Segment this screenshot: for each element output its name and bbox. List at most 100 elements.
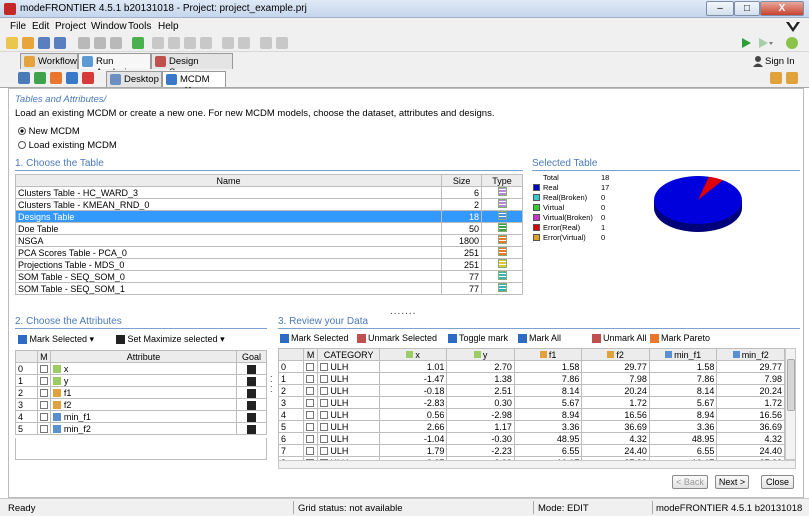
table-row[interactable]: SOM Table - SEQ_SOM_0 77 [14,270,523,283]
page-setup-icon[interactable] [110,37,122,49]
sign-in-link[interactable]: Sign In [765,56,795,67]
table-row[interactable]: 0 ULH 1.01 2.70 1.58 29.77 1.58 29.77 [278,360,785,373]
category-checkbox[interactable] [320,399,329,408]
tab-run-analysis[interactable]: Run Analysis [78,53,151,78]
row-checkbox[interactable] [305,399,314,408]
menu-project[interactable]: Project [55,21,86,32]
column-header-goal[interactable]: Goal [236,350,267,363]
goal-icon[interactable] [247,400,257,410]
attribute-row[interactable]: 0x [15,362,267,375]
toggle-mark-button[interactable]: Toggle mark [448,333,508,344]
table-row[interactable]: PCA Scores Table - PCA_0 251 [14,246,523,259]
goal-icon[interactable] [247,424,257,434]
new-project-icon[interactable] [6,37,18,49]
splitter-handle[interactable]: ....... [390,306,416,317]
close-window-button[interactable]: X [760,1,804,16]
set-maximize-button[interactable]: Set Maximize selected ▾ [116,334,225,345]
row-checkbox[interactable] [305,387,314,396]
column-header-attribute[interactable]: Attribute [49,350,238,363]
menu-tools[interactable]: Tools [128,21,151,32]
column-header-m[interactable]: M [36,350,51,363]
category-checkbox[interactable] [320,435,329,444]
table-row[interactable]: NSGA 1800 [14,234,523,247]
category-checkbox[interactable] [320,375,329,384]
print-icon[interactable] [78,37,90,49]
undo-icon[interactable] [222,37,234,49]
open-project-icon[interactable] [22,37,34,49]
category-checkbox[interactable] [320,447,329,456]
row-checkbox[interactable] [305,423,314,432]
column-header-f2[interactable]: f2 [581,348,650,361]
scrollbar-thumb[interactable] [787,359,795,411]
radio-new-mcdm[interactable]: New MCDM [18,126,80,137]
chart-icon[interactable] [34,72,46,84]
save-icon[interactable] [38,37,50,49]
paste-icon[interactable] [184,37,196,49]
tab-desktop[interactable]: Desktop [106,71,162,87]
table-row[interactable]: 1 ULH -1.47 1.38 7.86 7.98 7.86 7.98 [278,372,785,385]
table-row[interactable]: Designs Table 18 [14,210,523,223]
goal-icon[interactable] [247,376,257,386]
column-header-min-f2[interactable]: min_f2 [716,348,785,361]
category-checkbox[interactable] [320,411,329,420]
mark-selected-button[interactable]: Mark Selected [280,333,349,344]
table-row[interactable]: 3 ULH -2.83 0.30 5.67 1.72 5.67 1.72 [278,396,785,409]
table-row[interactable]: 2 ULH -0.18 2.51 8.14 20.24 8.14 20.24 [278,384,785,397]
table-row[interactable]: Clusters Table - HC_WARD_3 6 [14,186,523,199]
category-checkbox[interactable] [320,423,329,432]
maximize-button[interactable]: □ [734,1,760,16]
table-row[interactable]: 6 ULH -1.04 -0.30 48.95 4.32 48.95 4.32 [278,432,785,445]
delete-icon[interactable] [200,37,212,49]
mark-selected-attr-button[interactable]: Mark Selected ▾ [18,334,94,345]
copy-icon[interactable] [168,37,180,49]
unmark-selected-button[interactable]: Unmark Selected [357,333,437,344]
column-header-min-f1[interactable]: min_f1 [648,348,718,361]
upload-icon[interactable] [276,37,288,49]
back-button[interactable]: < Back [672,475,708,489]
statistics-icon[interactable] [50,72,62,84]
tab-design-space[interactable]: Design Space [151,53,233,78]
table-row[interactable]: Clusters Table - KMEAN_RND_0 2 [14,198,523,211]
table-row[interactable]: 4 ULH 0.56 -2.98 8.94 16.56 8.94 16.56 [278,408,785,421]
minimize-button[interactable]: – [706,1,734,16]
row-checkbox[interactable] [305,375,314,384]
close-button[interactable]: Close [761,475,794,489]
attribute-checkbox[interactable] [39,377,48,386]
save-as-icon[interactable] [54,37,66,49]
goal-icon[interactable] [247,412,257,422]
row-checkbox[interactable] [305,435,314,444]
goal-icon[interactable] [247,388,257,398]
mcdm-tool-icon[interactable] [66,72,78,84]
horizontal-scrollbar[interactable] [278,460,796,469]
table-row[interactable]: 5 ULH 2.66 1.17 3.36 36.69 3.36 36.69 [278,420,785,433]
print-preview-icon[interactable] [94,37,106,49]
attribute-row[interactable]: 3 f2 [15,398,267,411]
column-header-m[interactable]: M [302,348,319,361]
vertical-scrollbar[interactable] [785,348,796,460]
radio-load-mcdm[interactable]: Load existing MCDM [18,140,117,151]
tab-mcdm[interactable]: MCDM ✕ [162,71,226,96]
menu-edit[interactable]: Edit [32,21,49,32]
export-icon[interactable] [132,37,144,49]
column-header-y[interactable]: y [446,348,515,361]
attribute-checkbox[interactable] [39,413,48,422]
mark-pareto-button[interactable]: Mark Pareto [650,333,710,344]
vertical-splitter-handle[interactable]: .... [270,370,273,394]
import-icon[interactable] [260,37,272,49]
attribute-row[interactable]: 2 f1 [15,386,267,399]
unmark-all-button[interactable]: Unmark All [592,333,647,344]
clustering-icon[interactable] [82,72,94,84]
column-header-f1[interactable]: f1 [513,348,583,361]
stop-icon[interactable] [786,37,798,49]
next-button[interactable]: Next > [715,475,749,489]
attribute-checkbox[interactable] [39,425,48,434]
row-checkbox[interactable] [305,363,314,372]
category-checkbox[interactable] [320,387,329,396]
menu-window[interactable]: Window [91,21,127,32]
attribute-checkbox[interactable] [39,401,48,410]
column-header-size[interactable]: Size [441,174,483,187]
column-header-name[interactable]: Name [14,174,443,187]
table-row[interactable]: SOM Table - SEQ_SOM_1 77 [14,282,523,295]
column-header-x[interactable]: x [378,348,448,361]
design-table-icon[interactable] [18,72,30,84]
